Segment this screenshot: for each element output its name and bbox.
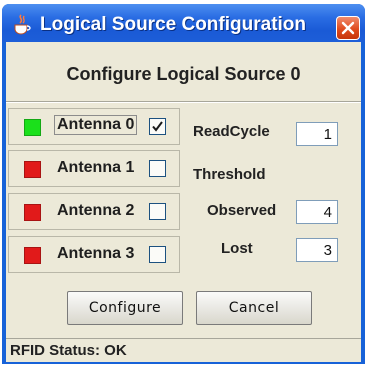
threshold-label: Threshold <box>193 166 266 183</box>
status-divider <box>6 338 361 339</box>
antenna-checkbox[interactable] <box>149 203 166 220</box>
window-title: Logical Source Configuration <box>40 14 307 35</box>
antenna-label: Antenna 2 <box>57 202 135 219</box>
antenna-row-2: Antenna 2 <box>8 193 180 230</box>
cancel-button[interactable]: Cancel <box>196 291 312 325</box>
antenna-row-0: Antenna 0 <box>8 108 180 145</box>
antenna-row-3: Antenna 3 <box>8 236 180 273</box>
antenna-label: Antenna 3 <box>57 245 135 262</box>
observed-input[interactable]: 4 <box>296 200 338 224</box>
antenna-label: Antenna 0 <box>54 115 138 135</box>
check-icon <box>152 121 163 132</box>
lost-label: Lost <box>221 240 253 257</box>
antenna-label: Antenna 1 <box>57 159 135 176</box>
heading-divider <box>6 101 361 103</box>
status-bar-text: RFID Status: OK <box>10 342 127 359</box>
readcycle-label: ReadCycle <box>193 123 270 140</box>
antenna-status-indicator <box>24 204 41 221</box>
antenna-status-indicator <box>24 161 41 178</box>
antenna-checkbox[interactable] <box>149 246 166 263</box>
readcycle-input[interactable]: 1 <box>296 122 338 146</box>
close-button[interactable] <box>336 16 360 40</box>
java-cup-icon <box>12 14 32 36</box>
antenna-status-indicator <box>24 119 41 136</box>
lost-input[interactable]: 3 <box>296 238 338 262</box>
configure-button[interactable]: Configure <box>67 291 183 325</box>
close-icon <box>341 21 355 35</box>
observed-label: Observed <box>207 202 277 219</box>
antenna-checkbox[interactable] <box>149 160 166 177</box>
antenna-row-1: Antenna 1 <box>8 150 180 187</box>
dialog-heading: Configure Logical Source 0 <box>66 64 301 84</box>
antenna-status-indicator <box>24 247 41 264</box>
dialog-body: Configure Logical Source 0 Antenna 0 Ant… <box>6 42 361 362</box>
antenna-checkbox[interactable] <box>149 118 166 135</box>
title-bar[interactable]: Logical Source Configuration <box>2 4 365 42</box>
